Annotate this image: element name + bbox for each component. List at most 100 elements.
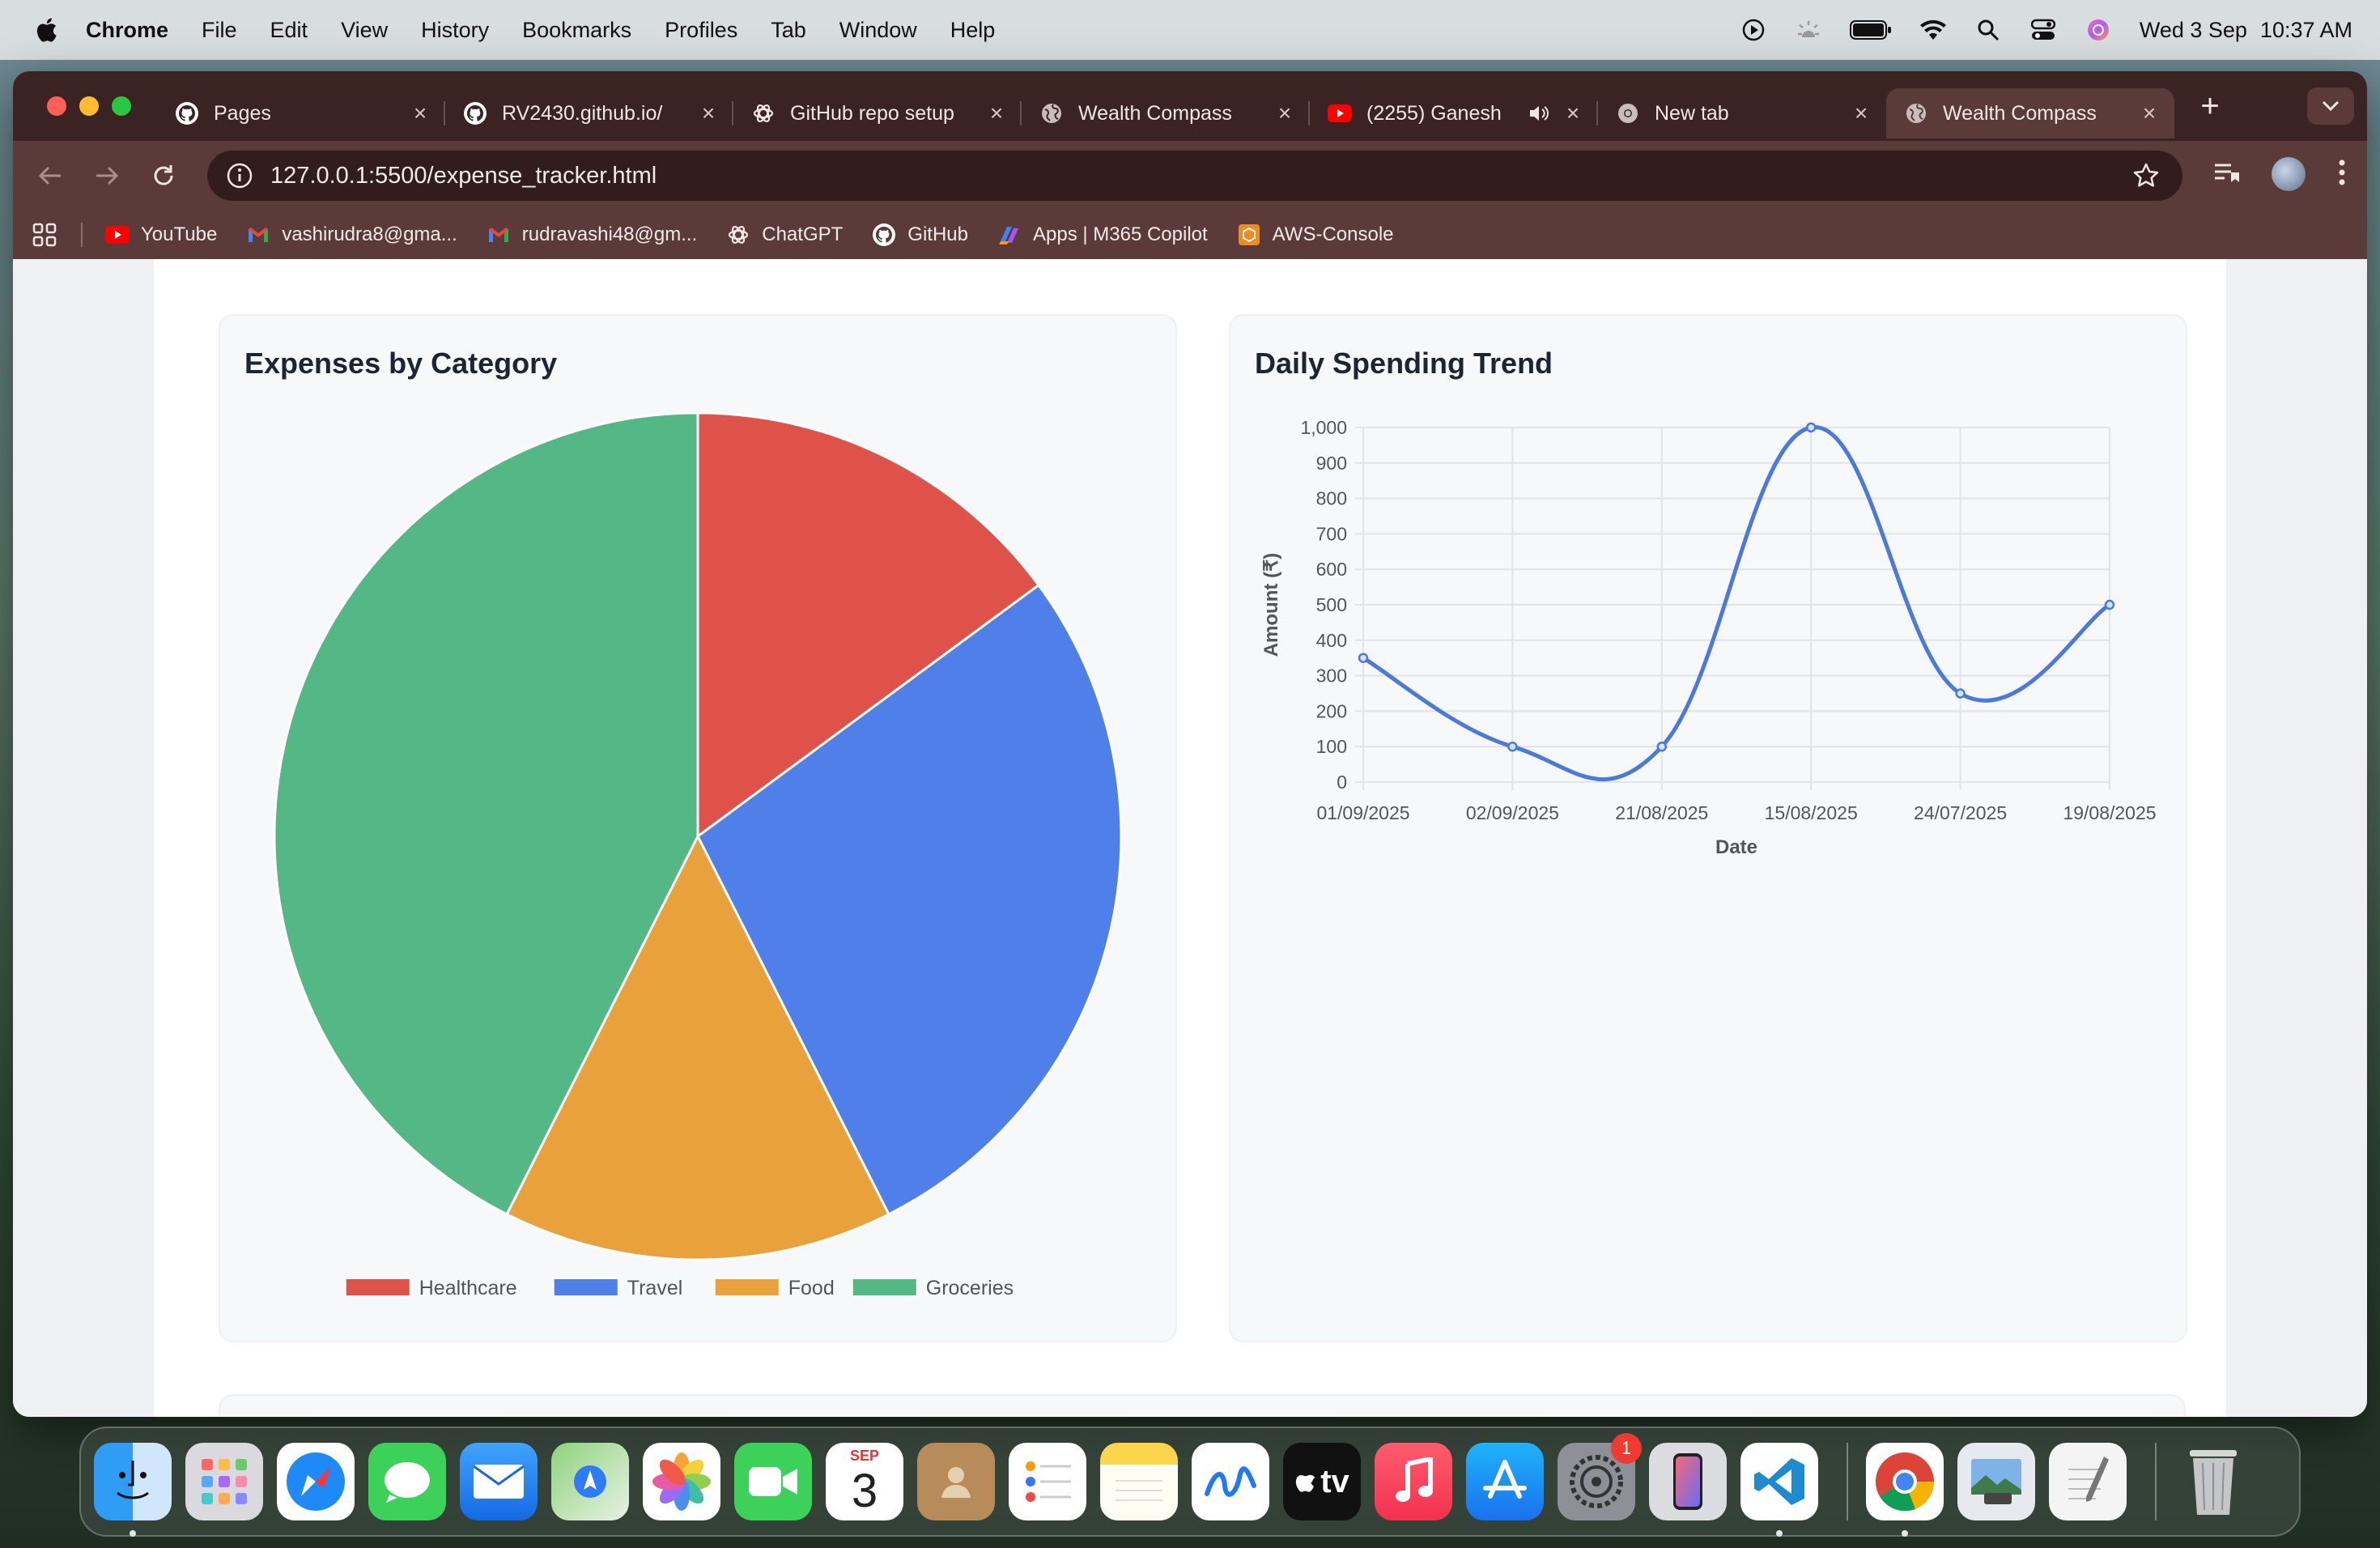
maximize-window-button[interactable] [112, 96, 131, 116]
app-store-icon[interactable] [1466, 1443, 1544, 1520]
bookmark-gmail-vashirudra[interactable]: vashirudra8@gma... [246, 223, 457, 247]
close-icon[interactable]: × [1852, 102, 1870, 125]
bookmark-chatgpt[interactable]: ChatGPT [726, 223, 843, 247]
battery-icon[interactable] [1849, 18, 1892, 42]
forward-button[interactable] [91, 159, 123, 192]
iphone-mirroring-icon[interactable] [1649, 1443, 1727, 1520]
tab-search-button[interactable] [2307, 87, 2354, 125]
notes-icon[interactable] [1100, 1443, 1178, 1520]
tab-pages[interactable]: Pages × [157, 88, 445, 138]
data-point[interactable] [1805, 422, 1817, 433]
menu-view[interactable]: View [341, 18, 388, 43]
tab-youtube-ganesh[interactable]: (2255) Ganesh × [1310, 88, 1598, 138]
reload-button[interactable] [147, 159, 180, 192]
wifi-icon[interactable] [1919, 18, 1947, 42]
bookmark-aws-console[interactable]: AWS-Console [1237, 223, 1394, 247]
back-button[interactable] [34, 159, 66, 192]
now-playing-icon[interactable] [1740, 18, 1767, 42]
maps-icon[interactable] [551, 1443, 629, 1520]
calendar-icon[interactable]: SEP 3 [826, 1443, 903, 1520]
menu-tab[interactable]: Tab [771, 18, 806, 43]
menu-edit[interactable]: Edit [270, 18, 308, 43]
spending-series-line[interactable] [1362, 425, 2111, 782]
profile-avatar[interactable] [2272, 157, 2306, 191]
tab-new-tab[interactable]: New tab × [1598, 88, 1886, 138]
data-point[interactable] [1955, 688, 1966, 699]
legend-swatch[interactable] [715, 1279, 779, 1295]
close-icon[interactable]: × [1276, 102, 1294, 125]
preview-icon[interactable] [1957, 1443, 2035, 1520]
legend-swatch[interactable] [852, 1279, 916, 1295]
close-icon[interactable]: × [699, 102, 717, 125]
music-icon[interactable] [1375, 1443, 1452, 1520]
menu-window[interactable]: Window [839, 18, 917, 43]
close-window-button[interactable] [47, 96, 66, 116]
speaker-icon[interactable] [1527, 101, 1551, 125]
close-icon[interactable]: × [411, 102, 429, 125]
close-icon[interactable]: × [1564, 102, 1582, 125]
menubar-clock[interactable]: Wed 3 Sep 10:37 AM [2140, 18, 2352, 43]
bookmark-gmail-rudravashi[interactable]: rudravashi48@gm... [487, 223, 697, 247]
data-point[interactable] [1358, 653, 1369, 663]
freeform-icon[interactable] [1192, 1443, 1269, 1520]
data-point[interactable] [2104, 599, 2115, 610]
menu-help[interactable]: Help [950, 18, 996, 43]
bookmark-star-icon[interactable] [2132, 162, 2160, 189]
menu-file[interactable]: File [202, 18, 237, 43]
menu-bookmarks[interactable]: Bookmarks [522, 18, 631, 43]
legend-swatch[interactable] [346, 1279, 410, 1295]
data-point[interactable] [1656, 741, 1668, 752]
tab-rv2430-github[interactable]: RV2430.github.io/ × [445, 88, 733, 138]
safari-icon[interactable] [277, 1443, 355, 1520]
photos-icon[interactable] [643, 1443, 720, 1520]
bookmark-github[interactable]: GitHub [872, 223, 968, 247]
trash-icon[interactable] [2174, 1443, 2252, 1520]
site-info-icon[interactable] [225, 161, 254, 190]
contacts-icon[interactable] [917, 1443, 995, 1520]
github-icon [175, 101, 199, 125]
tab-wealth-compass[interactable]: Wealth Compass × [1022, 88, 1310, 138]
legend-swatch[interactable] [554, 1279, 618, 1295]
tab-wealth-compass-active[interactable]: Wealth Compass × [1886, 88, 2174, 138]
data-point[interactable] [1507, 741, 1518, 752]
legend-label[interactable]: Healthcare [419, 1277, 517, 1299]
spotlight-search-icon[interactable] [1974, 18, 2002, 42]
pie-chart[interactable]: Healthcare Travel Food Groceries [220, 316, 1179, 1344]
system-settings-icon[interactable]: 1 [1558, 1433, 1642, 1520]
new-tab-button[interactable]: + [2194, 88, 2226, 125]
address-bar[interactable]: 127.0.0.1:5500/expense_tracker.html [207, 151, 2182, 201]
legend-label[interactable]: Food [788, 1277, 835, 1299]
tv-icon[interactable]: tv [1283, 1443, 1361, 1520]
launchpad-icon[interactable] [185, 1443, 263, 1520]
tab-github-repo-setup[interactable]: GitHub repo setup × [733, 88, 1022, 138]
apple-logo-icon[interactable] [34, 17, 58, 43]
y-tick-label: 800 [1316, 488, 1347, 509]
messages-icon[interactable] [368, 1443, 446, 1520]
dashboard-container: Expenses by Category Healthcare Travel Foo… [154, 259, 2226, 1417]
close-icon[interactable]: × [988, 102, 1005, 125]
menu-profiles[interactable]: Profiles [665, 18, 737, 43]
brightness-icon[interactable] [1795, 18, 1822, 42]
textedit-icon[interactable] [2049, 1443, 2127, 1520]
reading-list-icon[interactable] [2213, 161, 2239, 188]
bookmark-youtube[interactable]: YouTube [105, 223, 217, 247]
legend-label[interactable]: Groceries [926, 1277, 1014, 1299]
chrome-icon[interactable] [1866, 1443, 1944, 1537]
close-icon[interactable]: × [2140, 102, 2158, 125]
siri-icon[interactable] [2085, 18, 2112, 42]
reminders-icon[interactable] [1009, 1443, 1086, 1520]
url-text[interactable]: 127.0.0.1:5500/expense_tracker.html [270, 163, 657, 189]
bookmark-m365-copilot[interactable]: Apps | M365 Copilot [997, 223, 1208, 247]
facetime-icon[interactable] [734, 1443, 812, 1520]
vscode-icon[interactable] [1740, 1443, 1818, 1537]
line-chart[interactable]: 0 100 200 300 400 500 600 700 800 900 1,000 01/09/2… [1230, 316, 2189, 1344]
menu-history[interactable]: History [421, 18, 489, 43]
mail-icon[interactable] [460, 1443, 538, 1520]
apps-grid-icon[interactable] [32, 223, 57, 247]
menu-app-name[interactable]: Chrome [86, 18, 168, 43]
legend-label[interactable]: Travel [627, 1277, 683, 1299]
control-center-icon[interactable] [2029, 18, 2057, 42]
more-menu-icon[interactable] [2338, 159, 2346, 190]
finder-icon[interactable] [94, 1443, 172, 1537]
minimize-window-button[interactable] [79, 96, 99, 116]
